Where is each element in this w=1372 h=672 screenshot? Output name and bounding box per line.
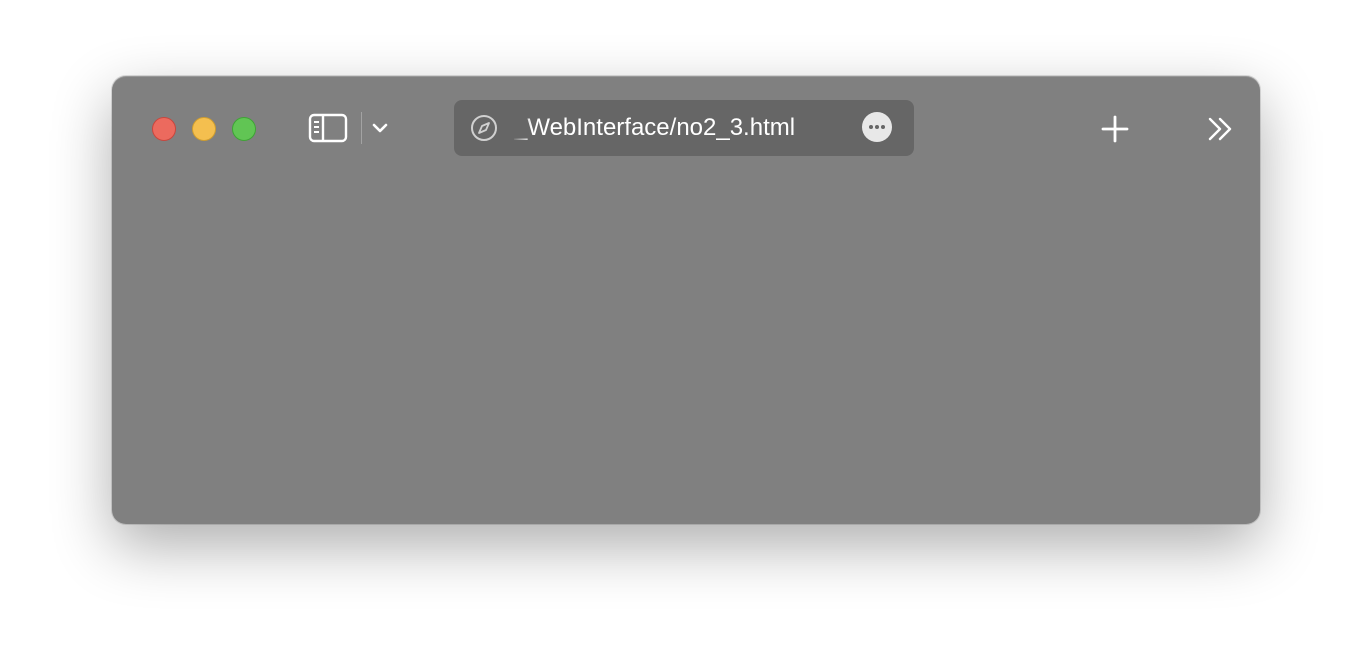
toolbar-overflow-button[interactable]	[1206, 116, 1236, 142]
tab-group-menu-button[interactable]	[370, 118, 390, 138]
toolbar-divider	[361, 112, 362, 144]
sidebar-icon	[308, 113, 348, 143]
page-content-area	[112, 180, 1260, 524]
url-text[interactable]: _WebInterface/no2_3.html	[514, 114, 844, 142]
address-bar[interactable]: _WebInterface/no2_3.html	[454, 100, 914, 156]
compass-icon	[471, 115, 497, 141]
url-fade	[512, 112, 532, 144]
double-chevron-right-icon	[1208, 117, 1232, 141]
ellipsis-dot	[875, 125, 879, 129]
close-button[interactable]	[152, 117, 176, 141]
minimize-button[interactable]	[192, 117, 216, 141]
maximize-button[interactable]	[232, 117, 256, 141]
ellipsis-dot	[881, 125, 885, 129]
new-tab-button[interactable]	[1100, 114, 1130, 144]
browser-window: _WebInterface/no2_3.html	[112, 76, 1260, 524]
plus-icon	[1101, 115, 1129, 143]
sidebar-toggle-button[interactable]	[308, 112, 348, 144]
chevron-down-icon	[372, 123, 388, 133]
page-menu-button[interactable]	[862, 112, 892, 142]
ellipsis-icon	[869, 125, 873, 129]
